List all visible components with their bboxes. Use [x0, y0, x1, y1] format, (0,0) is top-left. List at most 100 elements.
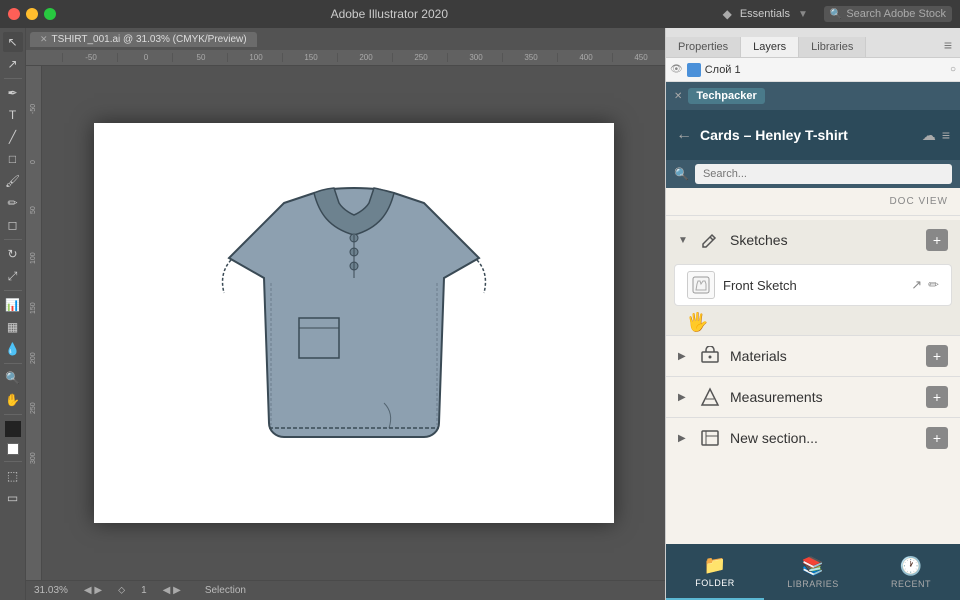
recent-icon: 🕐: [900, 556, 923, 577]
tshirt-svg: [184, 163, 524, 483]
pen-tool[interactable]: ✒: [3, 83, 23, 103]
tab-layers[interactable]: Layers: [741, 37, 799, 57]
rotate-tool[interactable]: ↻: [3, 244, 23, 264]
zoom-tool[interactable]: 🔍: [3, 368, 23, 388]
tab-close-icon[interactable]: ✕: [40, 34, 48, 45]
sketch-item-actions-front: ↗ ✏: [911, 277, 939, 293]
section-measurements-header[interactable]: ▶ Measurements +: [666, 377, 960, 417]
ruler-mark: 200: [337, 53, 392, 62]
artboard-stepper[interactable]: ◀ ▶: [163, 585, 181, 596]
ruler-mark: 250: [392, 53, 447, 62]
section-new-header[interactable]: ▶ New section... +: [666, 418, 960, 458]
tool-divider-4: [4, 363, 22, 364]
libraries-icon: 📚: [802, 556, 825, 577]
tab-libraries[interactable]: Libraries: [799, 37, 866, 57]
layer-name: Слой 1: [705, 64, 946, 76]
fill-color[interactable]: [5, 421, 21, 437]
section-materials-header[interactable]: ▶ Materials +: [666, 336, 960, 376]
pencil-tool[interactable]: ✏: [3, 193, 23, 213]
artboard-indicator: ⬦: [118, 585, 125, 596]
eyedropper-tool[interactable]: 💧: [3, 339, 23, 359]
panel-menu-icon[interactable]: ≡: [936, 33, 960, 57]
libraries-label: LIBRARIES: [787, 579, 839, 589]
plugin-panel-close[interactable]: ✕: [674, 91, 682, 102]
bottom-nav-libraries[interactable]: 📚 LIBRARIES: [764, 544, 862, 600]
ruler-mark: 100: [227, 53, 282, 62]
cursor-hand-icon: 🖐: [686, 312, 708, 333]
plugin-brand-label: Techpacker: [688, 88, 764, 104]
filter-icon[interactable]: ≡: [942, 127, 950, 144]
stroke-color[interactable]: [7, 443, 19, 455]
plugin-back-button[interactable]: ←: [676, 126, 692, 144]
close-button[interactable]: [8, 8, 20, 20]
sketches-chevron-icon: ▼: [678, 235, 690, 246]
tab-properties[interactable]: Properties: [666, 37, 741, 57]
active-tab[interactable]: ✕ TSHIRT_001.ai @ 31.03% (CMYK/Preview): [30, 32, 257, 47]
search-stock-bar[interactable]: 🔍 Search Adobe Stock: [824, 6, 952, 22]
graph-tool[interactable]: 📊: [3, 295, 23, 315]
sketch-item-icon-front[interactable]: [687, 271, 715, 299]
plugin-bottom-nav: 📁 FOLDER 📚 LIBRARIES 🕐 RECENT: [666, 544, 960, 600]
materials-add-button[interactable]: +: [926, 345, 948, 367]
new-section-add-button[interactable]: +: [926, 427, 948, 449]
paintbrush-tool[interactable]: 🖌: [3, 171, 23, 191]
tab-ruler-area: ✕ TSHIRT_001.ai @ 31.03% (CMYK/Preview) …: [26, 28, 665, 66]
draw-mode[interactable]: ⬚: [3, 466, 23, 486]
artboard: [94, 123, 614, 523]
new-section-label: New section...: [730, 430, 918, 446]
plugin-search-input[interactable]: [695, 164, 952, 184]
eraser-tool[interactable]: ◻: [3, 215, 23, 235]
tool-divider-6: [4, 461, 22, 462]
layer-lock-icon[interactable]: ○: [950, 64, 956, 75]
maximize-button[interactable]: [44, 8, 56, 20]
direct-select-tool[interactable]: ↗: [3, 54, 23, 74]
rect-tool[interactable]: □: [3, 149, 23, 169]
tool-divider-2: [4, 239, 22, 240]
canvas-row: -50 0 50 100 150 200 250 300: [26, 66, 665, 580]
line-tool[interactable]: ╱: [3, 127, 23, 147]
minimize-button[interactable]: [26, 8, 38, 20]
hand-tool[interactable]: ✋: [3, 390, 23, 410]
zoom-stepper[interactable]: ◀ ▶: [84, 585, 102, 596]
sketch-edit-icon[interactable]: ✏: [928, 277, 939, 293]
scale-tool[interactable]: ⤢: [3, 266, 23, 286]
section-sketches-header[interactable]: ▼ Sketches +: [666, 220, 960, 260]
plugin-search-bar: 🔍: [666, 160, 960, 188]
type-tool[interactable]: T: [3, 105, 23, 125]
doc-view-bar: DOC VIEW: [666, 188, 960, 216]
app-title: Adobe Illustrator 2020: [56, 7, 723, 21]
doc-view-button[interactable]: DOC VIEW: [889, 196, 948, 207]
ruler-mark: 400: [557, 53, 612, 62]
section-measurements: ▶ Measurements +: [666, 377, 960, 417]
tool-divider-3: [4, 290, 22, 291]
materials-icon: [698, 344, 722, 368]
section-sketches: ▼ Sketches +: [666, 220, 960, 335]
measurements-add-button[interactable]: +: [926, 386, 948, 408]
titlebar: Adobe Illustrator 2020 ◆ Essentials ▼ 🔍 …: [0, 0, 960, 28]
section-materials: ▶ Materials +: [666, 336, 960, 376]
panel-tabs: Properties Layers Libraries ≡: [666, 28, 960, 58]
bottom-nav-folder[interactable]: 📁 FOLDER: [666, 544, 764, 600]
gradient-tool[interactable]: ▦: [3, 317, 23, 337]
materials-label: Materials: [730, 348, 918, 364]
measurements-chevron-icon: ▶: [678, 392, 690, 403]
essentials-chevron: ▼: [798, 9, 808, 20]
sketch-external-link-icon[interactable]: ↗: [911, 277, 922, 293]
layer-color-swatch: [687, 63, 701, 77]
layer-visibility-icon[interactable]: 👁: [670, 64, 683, 75]
section-new: ▶ New section... +: [666, 418, 960, 458]
canvas-column: ✕ TSHIRT_001.ai @ 31.03% (CMYK/Preview) …: [26, 28, 665, 600]
search-stock-text: Search Adobe Stock: [846, 8, 946, 20]
traffic-lights: [8, 8, 56, 20]
ruler-mark: 450: [612, 53, 665, 62]
titlebar-right: ◆ Essentials ▼ 🔍 Search Adobe Stock: [723, 6, 952, 22]
ruler-mark: 300: [447, 53, 502, 62]
upload-icon[interactable]: ☁: [922, 127, 936, 144]
bottom-nav-recent[interactable]: 🕐 RECENT: [862, 544, 960, 600]
select-tool[interactable]: ↖: [3, 32, 23, 52]
diamond-icon: ◆: [723, 7, 732, 21]
screen-mode[interactable]: ▭: [3, 488, 23, 508]
sketches-add-button[interactable]: +: [926, 229, 948, 251]
main-area: ↖ ↗ ✒ T ╱ □ 🖌 ✏ ◻ ↻ ⤢ 📊 ▦ 💧 🔍 ✋ ⬚ ▭: [0, 28, 960, 600]
ruler-h-marks: -50 0 50 100 150 200 250 300 350 400 450…: [62, 53, 665, 62]
